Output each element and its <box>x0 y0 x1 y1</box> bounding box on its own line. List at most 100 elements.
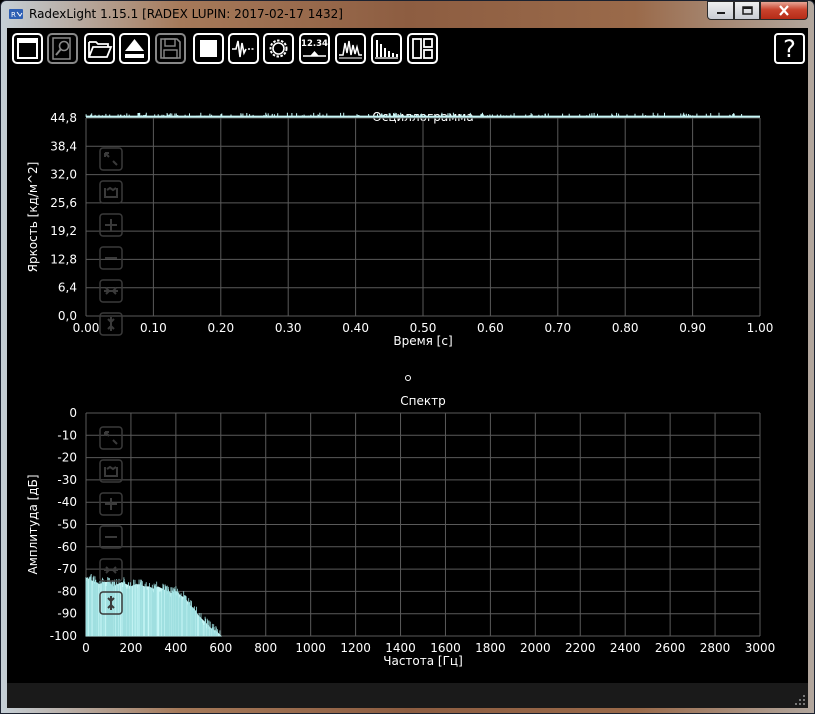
x-tick-label: 2000 <box>520 641 551 655</box>
y-tick-label: 12,8 <box>50 252 77 266</box>
app-icon: R <box>9 9 23 19</box>
help-icon: ? <box>783 34 796 63</box>
x-tick-label: 400 <box>164 641 187 655</box>
x-axis-label: Время [с] <box>393 334 452 348</box>
zoom-icon[interactable] <box>47 33 78 64</box>
icon-glyph <box>105 498 117 510</box>
icon-glyph <box>107 317 115 331</box>
icon-glyph <box>104 152 118 166</box>
icon-glyph <box>104 287 118 295</box>
measurement-value-button[interactable]: 12.34 <box>299 33 330 64</box>
x-tick-label: 3000 <box>745 641 776 655</box>
x-tick-label: 1200 <box>340 641 371 655</box>
minimize-icon <box>716 11 725 14</box>
plots-area: Осциллограмма0.000.100.200.300.400.500.6… <box>26 110 775 668</box>
x-tick-label: 0.00 <box>73 321 100 335</box>
icon-frame <box>99 459 123 483</box>
x-tick-label: 1400 <box>385 641 416 655</box>
spectrum-chart: Спектр 0 200 400 600 800 1000 1200 1400 1600 1800 2… <box>26 394 775 668</box>
maximize-button[interactable] <box>734 1 760 20</box>
x-tick-label: 1.00 <box>747 321 774 335</box>
x-tick-label: 0.60 <box>477 321 504 335</box>
maximize-icon <box>741 6 753 15</box>
measurement-value-label: 12.34 <box>301 39 328 49</box>
x-tick-label: 2200 <box>565 641 596 655</box>
waveform-icon[interactable] <box>335 33 366 64</box>
help-button[interactable]: ? <box>774 33 805 64</box>
y-tick-label: -50 <box>57 518 77 532</box>
y-tick-label: 38,4 <box>50 139 77 153</box>
svg-text:R: R <box>11 11 16 19</box>
y-tick-label: -10 <box>57 428 77 442</box>
title-bar[interactable]: R RadexLight 1.15.1 [RADEX LUPIN: 2017-0… <box>1 1 814 27</box>
y-tick-label: -90 <box>57 607 77 621</box>
y-tick-label: 0,0 <box>58 309 77 323</box>
y-tick-label: -20 <box>57 451 77 465</box>
y-tick-label: -80 <box>57 584 77 598</box>
x-tick-label: 1600 <box>430 641 461 655</box>
y-tick-label: 0 <box>69 406 77 420</box>
x-tick-label: 2600 <box>655 641 686 655</box>
close-button[interactable] <box>760 1 808 20</box>
chart-title: Спектр <box>400 394 445 408</box>
spectrum-bars-icon[interactable] <box>371 33 402 64</box>
x-tick-label: 0.50 <box>410 321 437 335</box>
oscillogram-icon[interactable] <box>228 33 259 64</box>
y-tick-label: -40 <box>57 495 77 509</box>
x-axis-label: Частота [Гц] <box>383 654 463 668</box>
zoom-out-icon[interactable] <box>99 246 123 270</box>
window-icon[interactable] <box>12 33 43 64</box>
window-title: RadexLight 1.15.1 [RADEX LUPIN: 2017-02-… <box>29 7 343 21</box>
zoom-window-icon[interactable] <box>99 180 123 204</box>
zoom-out-icon[interactable] <box>99 525 123 549</box>
status-bar <box>7 683 808 708</box>
x-tick-label: 0.70 <box>544 321 571 335</box>
icon-frame <box>99 180 123 204</box>
folder-open-icon[interactable] <box>84 33 115 64</box>
resize-grip-icon[interactable] <box>794 694 806 706</box>
x-tick-label: 1800 <box>475 641 506 655</box>
y-tick-label: 44,8 <box>50 111 77 125</box>
y-tick-label: -30 <box>57 473 77 487</box>
x-tick-label: 0.30 <box>275 321 302 335</box>
y-tick-label: 19,2 <box>50 224 77 238</box>
y-tick-label: 32,0 <box>50 168 77 182</box>
x-tick-label: 200 <box>119 641 142 655</box>
icon-glyph <box>104 186 118 198</box>
save-icon[interactable] <box>155 33 186 64</box>
close-icon <box>779 5 789 16</box>
x-tick-label: 2400 <box>610 641 641 655</box>
icon-frame <box>99 147 123 171</box>
zoom-in-icon[interactable] <box>99 492 123 516</box>
main-area: 12.34 ? 0.00 0.10 0.20 0.30 0.40 0.50 0.… <box>7 28 808 708</box>
x-tick-label: 0.90 <box>679 321 706 335</box>
y-axis-label: Амплитуда [дБ] <box>26 474 40 574</box>
oscillogram-chart: Осциллограмма0.000.100.200.300.400.500.6… <box>26 110 773 348</box>
stop-icon[interactable] <box>193 33 224 64</box>
y-tick-label: -70 <box>57 562 77 576</box>
icon-frame <box>99 426 123 450</box>
eject-icon[interactable] <box>119 33 150 64</box>
x-tick-label: 0.20 <box>207 321 234 335</box>
minimize-button[interactable] <box>707 1 734 20</box>
app-window: R RadexLight 1.15.1 [RADEX LUPIN: 2017-0… <box>0 0 815 714</box>
zoom-fit-icon[interactable] <box>99 426 123 450</box>
toolbar: 12.34 ? <box>7 28 808 66</box>
zoom-horizontal-icon[interactable] <box>99 279 123 303</box>
settings-gear-icon[interactable] <box>263 33 294 64</box>
y-tick-label: 25,6 <box>50 196 77 210</box>
y-tick-label: -100 <box>50 629 77 643</box>
layout-icon[interactable] <box>407 33 438 64</box>
splitter-handle[interactable] <box>405 375 411 381</box>
icon-glyph <box>105 219 117 231</box>
icon-glyph <box>104 566 118 574</box>
zoom-window-icon[interactable] <box>99 459 123 483</box>
y-tick-label: 6,4 <box>58 281 77 295</box>
x-tick-label: 0.10 <box>140 321 167 335</box>
zoom-in-icon[interactable] <box>99 213 123 237</box>
zoom-fit-icon[interactable] <box>99 147 123 171</box>
y-tick-label: -60 <box>57 540 77 554</box>
zoom-horizontal-icon[interactable] <box>99 558 123 582</box>
y-axis-label: Яркость [кд/м^2] <box>26 162 40 273</box>
x-tick-label: 600 <box>209 641 232 655</box>
